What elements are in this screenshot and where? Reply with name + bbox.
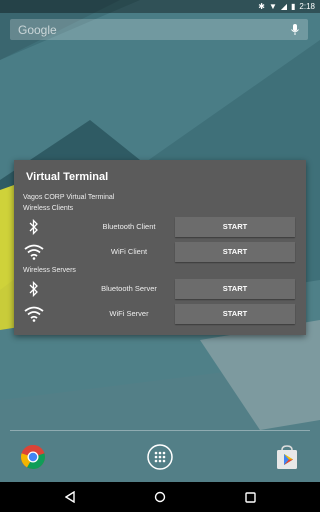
wifi-server-row: WiFi Server START — [14, 304, 306, 324]
back-button[interactable] — [50, 482, 90, 512]
recents-icon — [244, 491, 256, 503]
wifi-client-row: WiFi Client START — [14, 242, 306, 262]
bluetooth-server-start-button[interactable]: START — [175, 279, 295, 299]
wifi-icon — [22, 304, 46, 324]
recents-button[interactable] — [230, 482, 270, 512]
wifi-client-start-button[interactable]: START — [175, 242, 295, 262]
bluetooth-icon — [22, 217, 46, 237]
wifi-status-icon: ▼ — [268, 2, 277, 11]
clients-header: Wireless Clients — [23, 205, 74, 212]
back-icon — [65, 491, 75, 503]
home-icon — [154, 491, 166, 503]
navigation-bar — [0, 482, 320, 512]
widget-title: Virtual Terminal — [26, 171, 109, 183]
app-drawer-icon[interactable] — [147, 444, 173, 470]
signal-icon: ◢ — [280, 2, 288, 11]
bluetooth-icon — [22, 279, 46, 299]
status-bar: ✱ ▼ ◢ ▮ 2:18 — [0, 0, 320, 13]
virtual-terminal-widget: Virtual Terminal Vagos CORP Virtual Term… — [14, 160, 306, 335]
bluetooth-server-row: Bluetooth Server START — [14, 279, 306, 299]
bluetooth-client-start-button[interactable]: START — [175, 217, 295, 237]
play-store-icon[interactable] — [274, 444, 300, 470]
battery-icon: ▮ — [291, 2, 296, 11]
wifi-server-start-button[interactable]: START — [175, 304, 295, 324]
chrome-icon[interactable] — [20, 444, 46, 470]
wifi-icon — [22, 242, 46, 262]
servers-header: Wireless Servers — [23, 267, 76, 274]
microphone-icon[interactable] — [290, 23, 300, 36]
bluetooth-status-icon: ✱ — [258, 2, 265, 11]
google-search-bar[interactable]: Google — [10, 19, 308, 40]
search-placeholder: Google — [18, 22, 57, 37]
app-name: Vagos CORP Virtual Terminal — [23, 194, 115, 201]
status-time: 2:18 — [299, 2, 315, 11]
home-button[interactable] — [140, 482, 180, 512]
dock-divider — [10, 430, 310, 431]
bluetooth-client-row: Bluetooth Client START — [14, 217, 306, 237]
